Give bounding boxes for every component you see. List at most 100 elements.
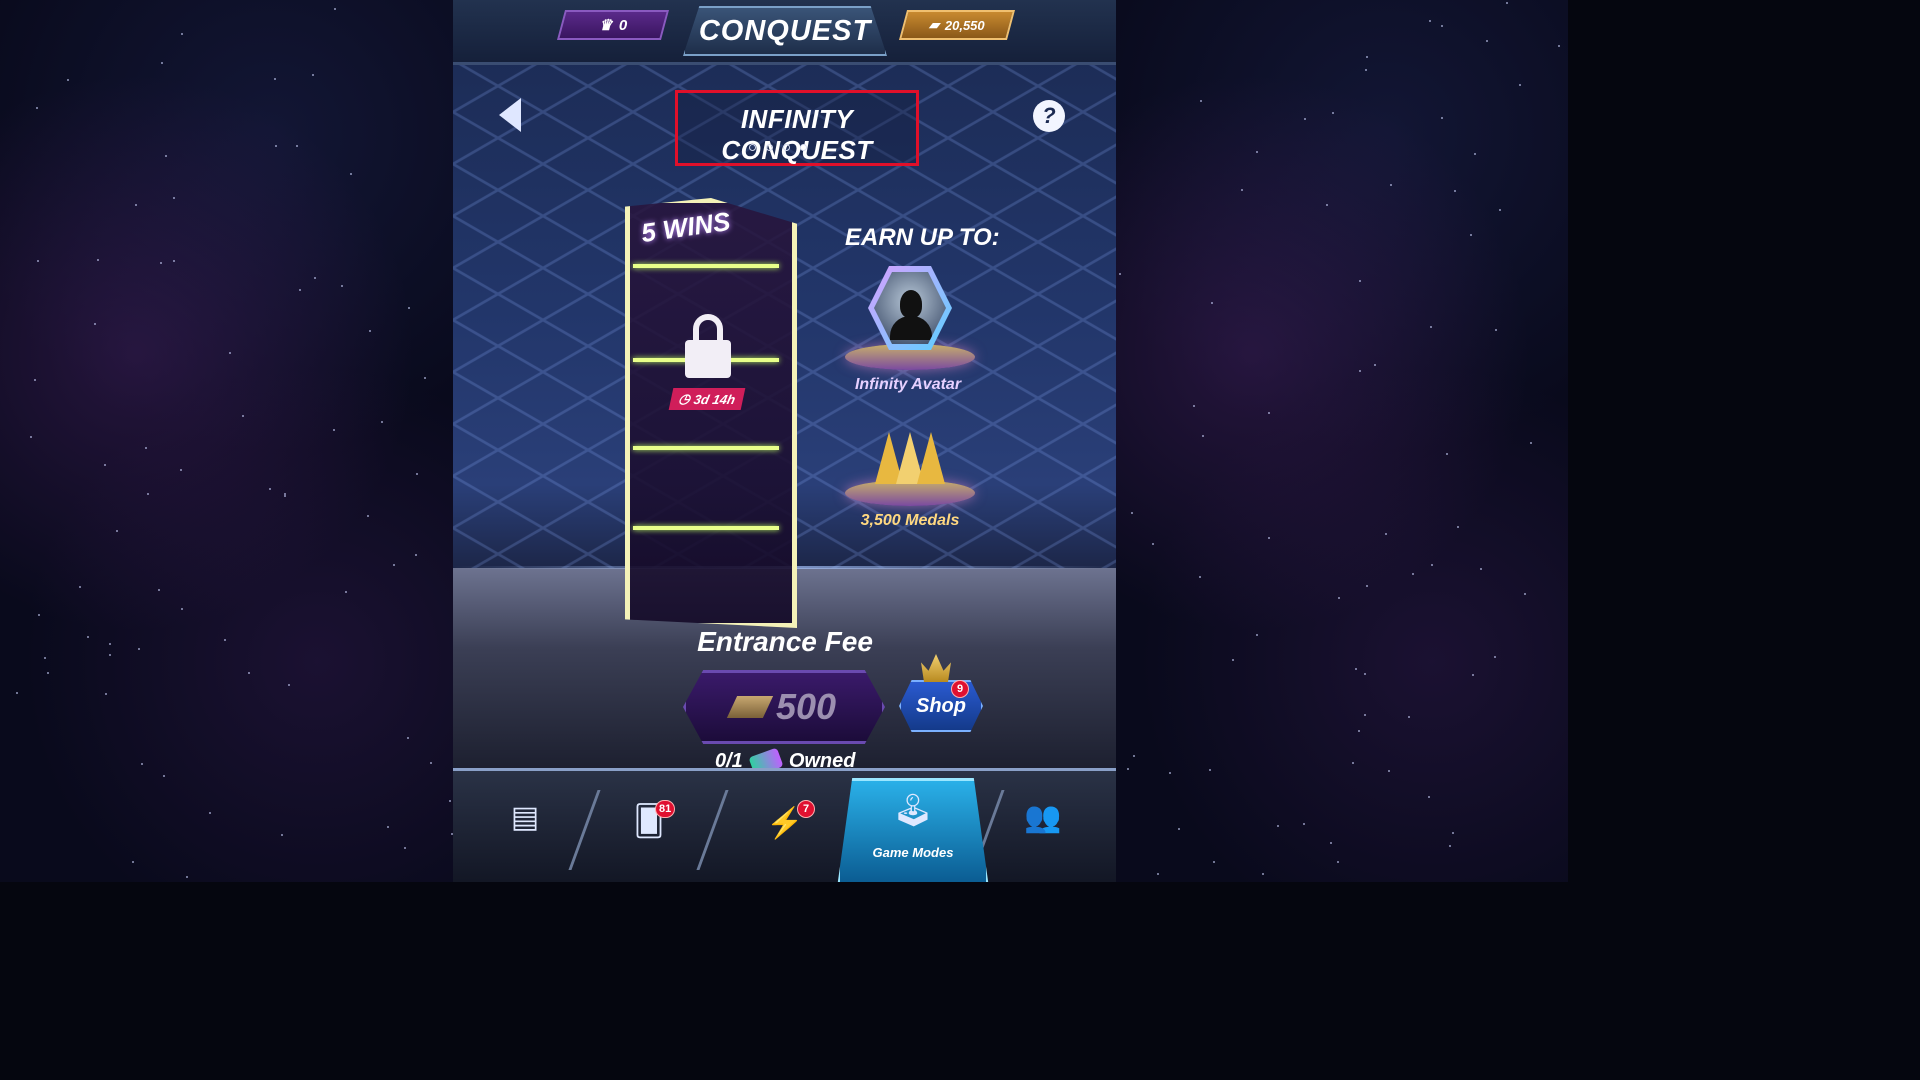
star — [1127, 768, 1129, 770]
gold-counter[interactable]: ▰ 20,550 — [899, 10, 1015, 40]
star — [1131, 512, 1133, 514]
star — [1330, 842, 1332, 844]
star — [1119, 273, 1121, 275]
star — [1232, 659, 1234, 661]
star — [1157, 873, 1159, 875]
star — [367, 515, 369, 517]
star — [449, 800, 451, 802]
star — [1209, 769, 1211, 771]
star — [44, 657, 46, 659]
medals-value: 0 — [619, 17, 627, 34]
top-bar: ♛ 0 CONQUEST ▰ 20,550 — [453, 0, 1116, 65]
nav-cards[interactable]: 🂠 81 — [609, 786, 689, 856]
star — [1412, 573, 1414, 575]
star — [1332, 112, 1334, 114]
star — [1326, 204, 1328, 206]
star — [34, 379, 36, 381]
medal-crown-icon[interactable] — [875, 414, 945, 484]
star — [1364, 673, 1366, 675]
page-dot[interactable] — [783, 144, 790, 151]
star — [160, 262, 162, 264]
portal-chevron — [633, 446, 779, 450]
star — [1169, 772, 1171, 774]
star — [1213, 861, 1215, 863]
nav-alliance[interactable]: 👥 — [1003, 786, 1083, 856]
star — [186, 876, 188, 878]
shop-button[interactable]: Shop — [899, 680, 983, 732]
timer-value: 3d 14h — [692, 392, 736, 407]
entrance-fee-title: Entrance Fee — [685, 626, 885, 658]
star — [1268, 537, 1270, 539]
star — [387, 826, 389, 828]
medal-crown-icon: ♛ — [599, 16, 612, 34]
star — [147, 493, 149, 495]
nav-game-modes[interactable]: 🕹 Game Modes — [837, 778, 989, 882]
star — [173, 260, 175, 262]
portal-chevron — [633, 264, 779, 268]
clock-icon: ◷ — [677, 391, 692, 407]
star — [145, 447, 147, 449]
star — [173, 197, 175, 199]
star — [37, 260, 39, 262]
star — [1256, 151, 1258, 153]
star — [281, 834, 283, 836]
star — [345, 591, 347, 593]
star — [381, 421, 383, 423]
star — [1429, 20, 1431, 22]
star — [1390, 184, 1392, 186]
shop-badge: 9 — [951, 680, 969, 698]
screen-title: CONQUEST — [699, 15, 871, 48]
star — [180, 469, 182, 471]
page-dot[interactable] — [749, 144, 756, 151]
star — [1474, 153, 1476, 155]
star — [1530, 442, 1532, 444]
star — [97, 259, 99, 261]
page-dot-active[interactable] — [800, 144, 807, 151]
star — [288, 684, 290, 686]
nav-label: Game Modes — [840, 845, 986, 860]
star — [1499, 209, 1501, 211]
unlock-timer: ◷ 3d 14h — [669, 388, 746, 410]
star — [1366, 56, 1368, 58]
game-panel: ♛ 0 CONQUEST ▰ 20,550 INFINITY CONQUEST … — [453, 0, 1116, 882]
star — [369, 330, 371, 332]
star — [284, 495, 286, 497]
star — [1408, 716, 1410, 718]
star — [350, 173, 352, 175]
help-button[interactable]: ? — [1033, 100, 1065, 132]
star — [138, 648, 140, 650]
star — [1457, 526, 1459, 528]
nav-gold-bars[interactable]: ▤ — [485, 786, 565, 856]
star — [36, 107, 38, 109]
star — [274, 78, 276, 80]
conquest-portal-card[interactable]: 5 WINS ◷ 3d 14h — [625, 198, 787, 618]
star — [341, 285, 343, 287]
star — [47, 672, 49, 674]
star — [275, 145, 277, 147]
star — [1558, 45, 1560, 47]
page-dot[interactable] — [766, 144, 773, 151]
star — [1304, 118, 1306, 120]
star — [1178, 828, 1180, 830]
star — [312, 74, 314, 76]
nav-teams[interactable]: ⚡ 7 — [745, 786, 825, 856]
star — [393, 564, 395, 566]
star — [1193, 405, 1195, 407]
star — [132, 861, 134, 863]
star — [181, 33, 183, 35]
star — [161, 62, 163, 64]
medals-counter[interactable]: ♛ 0 — [557, 10, 669, 40]
star — [404, 847, 406, 849]
entrance-fee-button[interactable]: 500 — [683, 670, 885, 744]
star — [1256, 634, 1258, 636]
star — [1202, 435, 1204, 437]
reward-label-medals: 3,500 Medals — [830, 512, 990, 530]
star — [30, 436, 32, 438]
star — [229, 352, 231, 354]
star — [242, 415, 244, 417]
star — [1352, 762, 1354, 764]
star — [1430, 326, 1432, 328]
back-arrow-icon[interactable] — [499, 98, 521, 132]
star — [1199, 576, 1201, 578]
page-indicator[interactable] — [749, 144, 807, 151]
